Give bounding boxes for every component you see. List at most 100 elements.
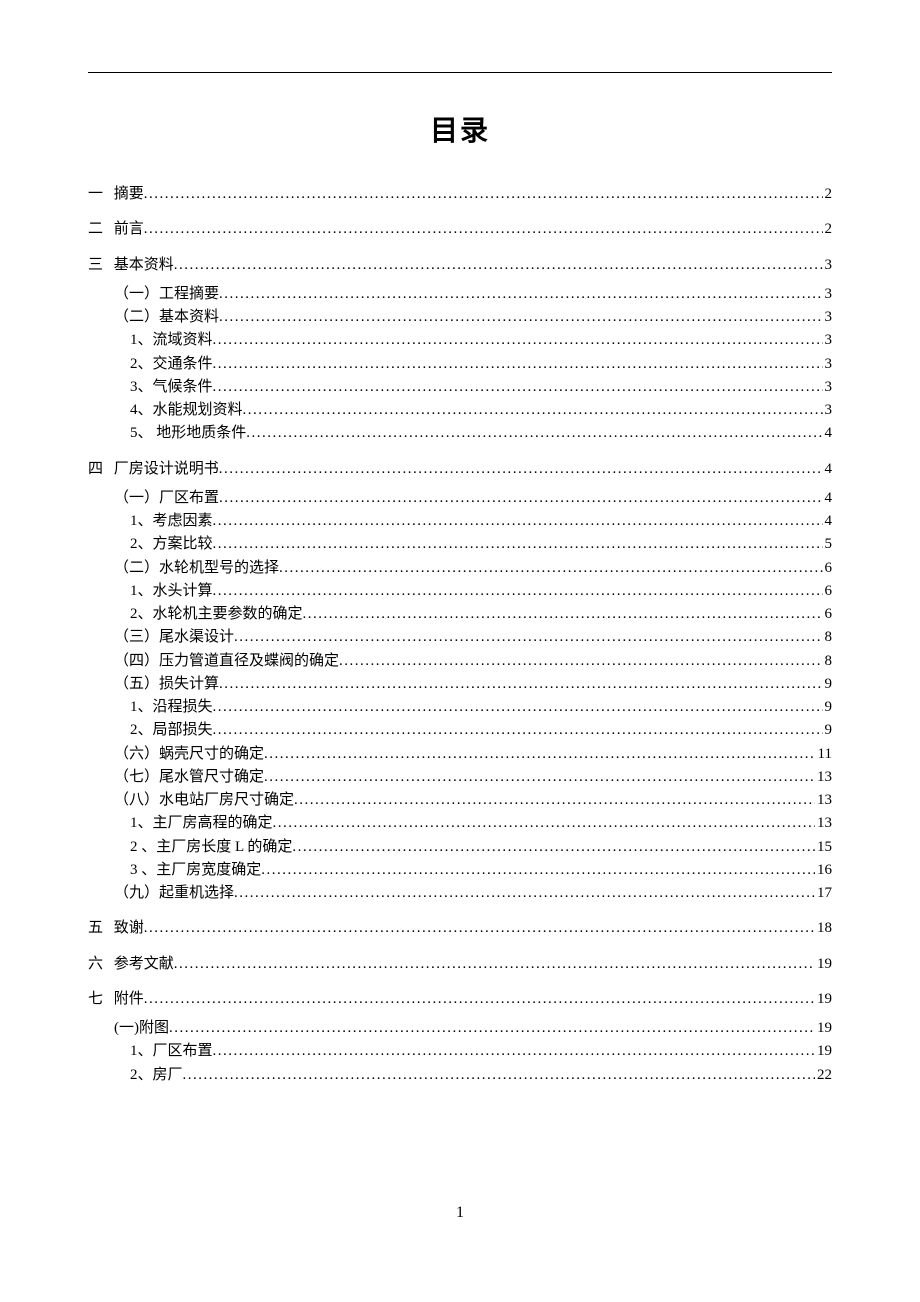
- toc-entry-label: 4、水能规划资料: [130, 399, 243, 422]
- toc-entry: 五 致谢18: [88, 917, 832, 940]
- toc-entry-page: 8: [823, 626, 833, 649]
- toc-leader-dots: [144, 917, 815, 940]
- toc-entry-page: 8: [823, 650, 833, 673]
- toc-entry-page: 16: [815, 859, 832, 882]
- toc-entry-page: 3: [823, 353, 833, 376]
- toc-entry-page: 19: [815, 1017, 832, 1040]
- toc-entry: 1、流域资料3: [88, 329, 832, 352]
- toc-entry-label: （四）压力管道直径及蝶阀的确定: [114, 650, 339, 673]
- toc-entry-label: 5、 地形地质条件: [130, 422, 246, 445]
- toc-leader-dots: [213, 353, 823, 376]
- toc-entry-label: 1、考虑因素: [130, 510, 213, 533]
- toc-entry-label: 2、交通条件: [130, 353, 213, 376]
- toc-leader-dots: [303, 603, 823, 626]
- toc-entry: （五）损失计算 9: [88, 673, 832, 696]
- toc-entry: （三）尾水渠设计 8: [88, 626, 832, 649]
- toc-entry-num: 六: [88, 953, 110, 976]
- toc-leader-dots: [264, 743, 816, 766]
- toc-entry: 5、 地形地质条件 4: [88, 422, 832, 445]
- toc-entry-page: 6: [823, 603, 833, 626]
- toc-entry-label: 1、厂区布置: [130, 1040, 213, 1063]
- toc-entry-page: 3: [823, 329, 833, 352]
- toc-leader-dots: [144, 183, 823, 206]
- toc-leader-dots: [234, 626, 822, 649]
- toc-entry: （二）水轮机型号的选择6: [88, 557, 832, 580]
- toc-entry: 2、水轮机主要参数的确定 6: [88, 603, 832, 626]
- toc-entry: 2、局部损失9: [88, 719, 832, 742]
- toc-leader-dots: [213, 1040, 815, 1063]
- toc-entry: （一）厂区布置 4: [88, 487, 832, 510]
- toc-leader-dots: [264, 766, 815, 789]
- toc-entry: （九）起重机选择 17: [88, 882, 832, 905]
- toc-leader-dots: [246, 422, 822, 445]
- toc-entry: 3、气候条件3: [88, 376, 832, 399]
- toc-entry-label: 一 摘要: [88, 183, 144, 206]
- toc-entry-page: 5: [823, 533, 833, 556]
- toc-leader-dots: [174, 254, 823, 277]
- toc-entry-page: 17: [815, 882, 832, 905]
- toc-leader-dots: [219, 458, 823, 481]
- toc-leader-dots: [213, 329, 823, 352]
- toc-entry-label: 2 、主厂房长度 L 的确定: [130, 836, 292, 859]
- toc-entry-label: 三 基本资料: [88, 254, 174, 277]
- toc-entry-page: 13: [815, 766, 832, 789]
- toc-entry-page: 4: [823, 510, 833, 533]
- toc-entry-label: （五）损失计算: [114, 673, 219, 696]
- toc-leader-dots: [243, 399, 823, 422]
- toc-entry-page: 9: [823, 673, 833, 696]
- toc-leader-dots: [261, 859, 815, 882]
- toc-leader-dots: [174, 953, 815, 976]
- toc-entry-num: 五: [88, 917, 110, 940]
- toc-entry: 六 参考文献19: [88, 953, 832, 976]
- toc-entry-page: 9: [823, 719, 833, 742]
- toc-entry: （四）压力管道直径及蝶阀的确定 8: [88, 650, 832, 673]
- toc-entry-label: 五 致谢: [88, 917, 144, 940]
- toc-entry-label: 四 厂房设计说明书: [88, 458, 219, 481]
- toc-entry-label: 2、方案比较: [130, 533, 213, 556]
- toc-entry-label: 1、主厂房高程的确定: [130, 812, 273, 835]
- toc-entry: （六）蜗壳尺寸的确定11: [88, 743, 832, 766]
- toc-entry-page: 4: [823, 422, 833, 445]
- toc-entry-page: 19: [815, 953, 832, 976]
- toc-entry-num: 二: [88, 218, 110, 241]
- document-page: 目录 一 摘要2二 前言2三 基本资料3（一）工程摘要3（二）基本资料31、流域…: [0, 0, 920, 1147]
- toc-entry-label: 二 前言: [88, 218, 144, 241]
- toc-leader-dots: [144, 988, 815, 1011]
- toc-entry-label: （二）基本资料: [114, 306, 219, 329]
- toc-entry-page: 4: [823, 458, 833, 481]
- header-rule: [88, 72, 832, 73]
- toc-entry-label: （二）水轮机型号的选择: [114, 557, 279, 580]
- toc-leader-dots: [219, 283, 822, 306]
- toc-entry-num: 一: [88, 183, 110, 206]
- toc-entry-page: 4: [823, 487, 833, 510]
- toc-entry: (一)附图 19: [88, 1017, 832, 1040]
- toc-entry-page: 9: [823, 696, 833, 719]
- toc-leader-dots: [213, 719, 823, 742]
- toc-entry-label: （九）起重机选择: [114, 882, 234, 905]
- toc-entry-page: 3: [823, 306, 833, 329]
- toc-entry-num: 七: [88, 988, 110, 1011]
- toc-entry-label: (一)附图: [114, 1017, 169, 1040]
- toc-leader-dots: [219, 673, 822, 696]
- toc-entry: 1、沿程损失9: [88, 696, 832, 719]
- toc-entry: （八）水电站厂房尺寸确定13: [88, 789, 832, 812]
- toc-entry-page: 19: [815, 988, 832, 1011]
- toc-entry: 1、考虑因素 4: [88, 510, 832, 533]
- toc-entry: 1、主厂房高程的确定13: [88, 812, 832, 835]
- toc-entry: （二）基本资料 3: [88, 306, 832, 329]
- page-number: 1: [0, 1204, 920, 1222]
- toc-leader-dots: [213, 533, 823, 556]
- toc-entry-label: （一）厂区布置: [114, 487, 219, 510]
- toc-leader-dots: [294, 789, 815, 812]
- toc-entry-page: 3: [823, 376, 833, 399]
- toc-leader-dots: [169, 1017, 815, 1040]
- toc-entry-label: （七）尾水管尺寸确定: [114, 766, 264, 789]
- toc-entry: 2、房厂22: [88, 1064, 832, 1087]
- toc-entry-label: （三）尾水渠设计: [114, 626, 234, 649]
- toc-leader-dots: [213, 696, 823, 719]
- toc-entry-label: 2、水轮机主要参数的确定: [130, 603, 303, 626]
- toc-entry-label: 1、水头计算: [130, 580, 213, 603]
- toc-entry-page: 6: [823, 580, 833, 603]
- toc-leader-dots: [292, 836, 815, 859]
- toc-entry-page: 22: [815, 1064, 832, 1087]
